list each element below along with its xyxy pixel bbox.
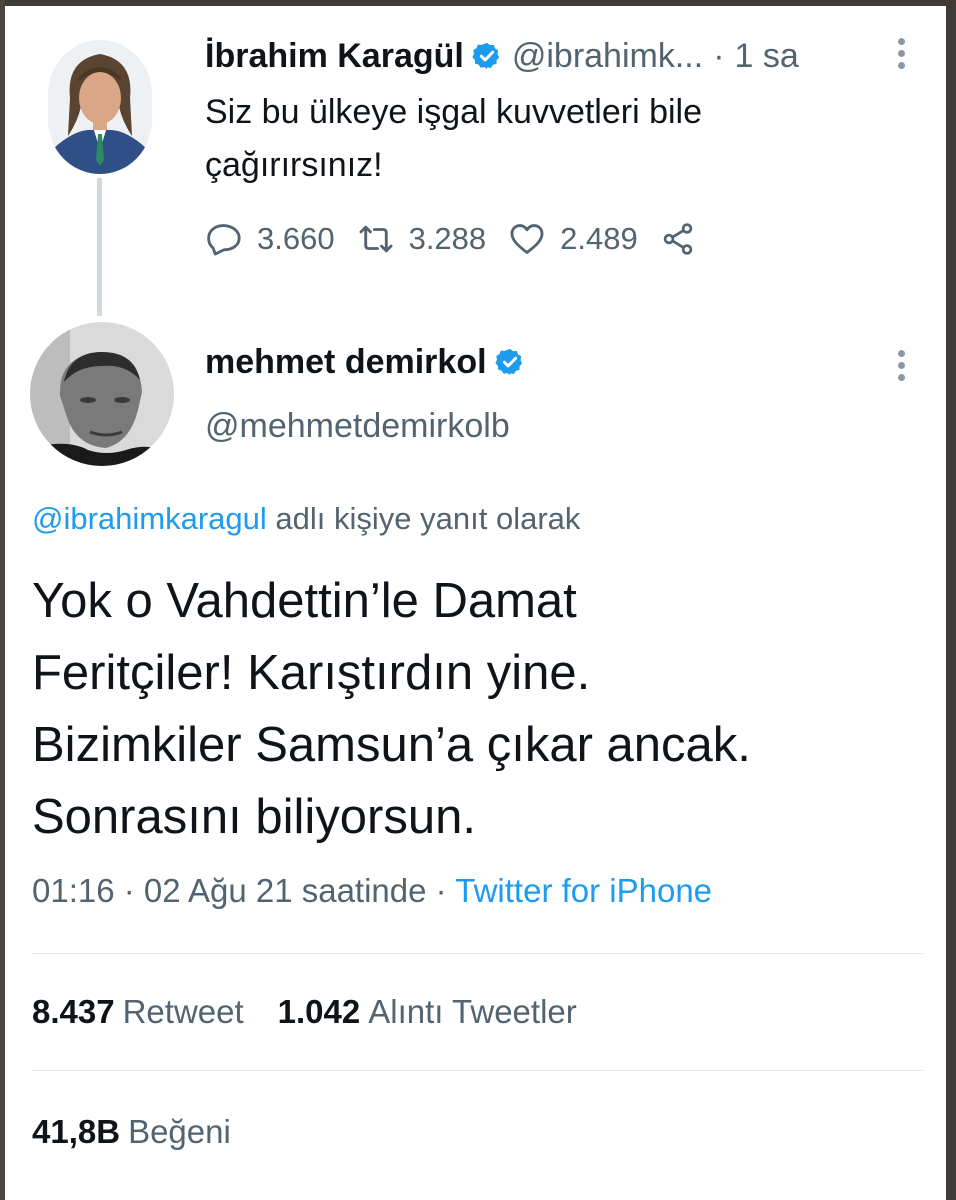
meta-separator: · [435, 872, 447, 909]
author-name[interactable]: İbrahim Karagül [205, 37, 464, 76]
reply-icon [207, 224, 241, 256]
reply-tweet-text-line: Sonrasını biliyorsun. [32, 790, 476, 844]
like-count: 2.489 [560, 221, 638, 256]
parent-tweet-header: İbrahim Karagül @ibrahimk... · 1 sa [205, 34, 799, 78]
parent-tweet-text: Siz bu ülkeye işgal kuvvetleri bile çağı… [205, 86, 845, 192]
verified-badge-icon [472, 41, 502, 71]
reply-tweet-text-line: Feritçiler! Karıştırdın yine. [32, 646, 591, 700]
parent-tweet-text-line: Siz bu ülkeye işgal kuvvetleri bile [205, 93, 703, 131]
avatar-ibrahim-karagul[interactable] [48, 40, 152, 174]
likes-stats-row: 41,8B Beğeni [32, 1110, 231, 1154]
divider [32, 1070, 924, 1071]
retweets-stat[interactable]: 8.437 Retweet [32, 993, 244, 1031]
retweet-stats-row: 8.437 Retweet 1.042 Alıntı Tweetler [32, 990, 577, 1034]
reply-count: 3.660 [257, 221, 335, 256]
tweet-source-link[interactable]: Twitter for iPhone [455, 872, 712, 909]
retweet-count: 3.288 [408, 221, 487, 256]
divider [32, 953, 924, 954]
window-frame-top [0, 0, 956, 6]
quote-total: 1.042 [277, 993, 361, 1030]
thread-connector-line [97, 178, 102, 316]
retweet-icon [359, 225, 393, 253]
reply-tweet-text-line: Bizimkiler Samsun’a çıkar ancak. [32, 718, 751, 772]
retweet-total: 8.437 [32, 993, 115, 1030]
parent-tweet-text-line: çağırırsınız! [205, 146, 383, 184]
window-frame-left [0, 0, 5, 1200]
tweet-meta-line: 01:16 · 02 Ağu 21 saatinde · Twitter for… [32, 872, 712, 910]
header-separator: · [713, 36, 725, 75]
reply-tweet-text: Yok o Vahdettin’le Damat Feritçiler! Kar… [32, 565, 912, 853]
author-handle[interactable]: @ibrahimk... [512, 37, 703, 76]
tweet-action-bar: 3.660 3.288 2.489 [205, 214, 718, 264]
likes-stat[interactable]: 41,8B Beğeni [32, 1113, 231, 1151]
like-button[interactable]: 2.489 [508, 220, 638, 258]
reply-author-name[interactable]: mehmet demirkol [205, 343, 487, 382]
reply-button[interactable]: 3.660 [205, 220, 335, 258]
reply-author-handle[interactable]: @mehmetdemirkolb [205, 407, 510, 446]
retweet-label: Retweet [122, 993, 244, 1030]
reply-author-row: mehmet demirkol [205, 340, 525, 384]
share-button[interactable] [660, 221, 696, 257]
verified-badge-icon [494, 347, 525, 377]
quote-label: Alıntı Tweetler [368, 993, 577, 1030]
reply-tweet-text-line: Yok o Vahdettin’le Damat [32, 574, 577, 628]
replying-to-mention-link[interactable]: @ibrahimkaragul [32, 501, 267, 536]
like-label: Beğeni [128, 1113, 231, 1150]
quotes-stat[interactable]: 1.042 Alıntı Tweetler [278, 993, 577, 1031]
share-icon [663, 223, 692, 255]
more-options-icon[interactable] [898, 38, 906, 69]
replying-to-suffix: adlı kişiye yanıt olarak [275, 501, 581, 536]
like-total: 41,8B [32, 1113, 121, 1150]
tweet-time[interactable]: 1 sa [735, 37, 799, 76]
avatar-mehmet-demirkol[interactable] [30, 322, 174, 466]
tweet-timestamp[interactable]: 01:16 · 02 Ağu 21 saatinde [32, 872, 427, 909]
replying-to-line: @ibrahimkaragul adlı kişiye yanıt olarak [32, 501, 580, 537]
retweet-button[interactable]: 3.288 [357, 220, 487, 258]
reply-more-options-icon[interactable] [898, 350, 906, 381]
window-frame-right [946, 0, 956, 1200]
heart-icon [510, 224, 544, 254]
